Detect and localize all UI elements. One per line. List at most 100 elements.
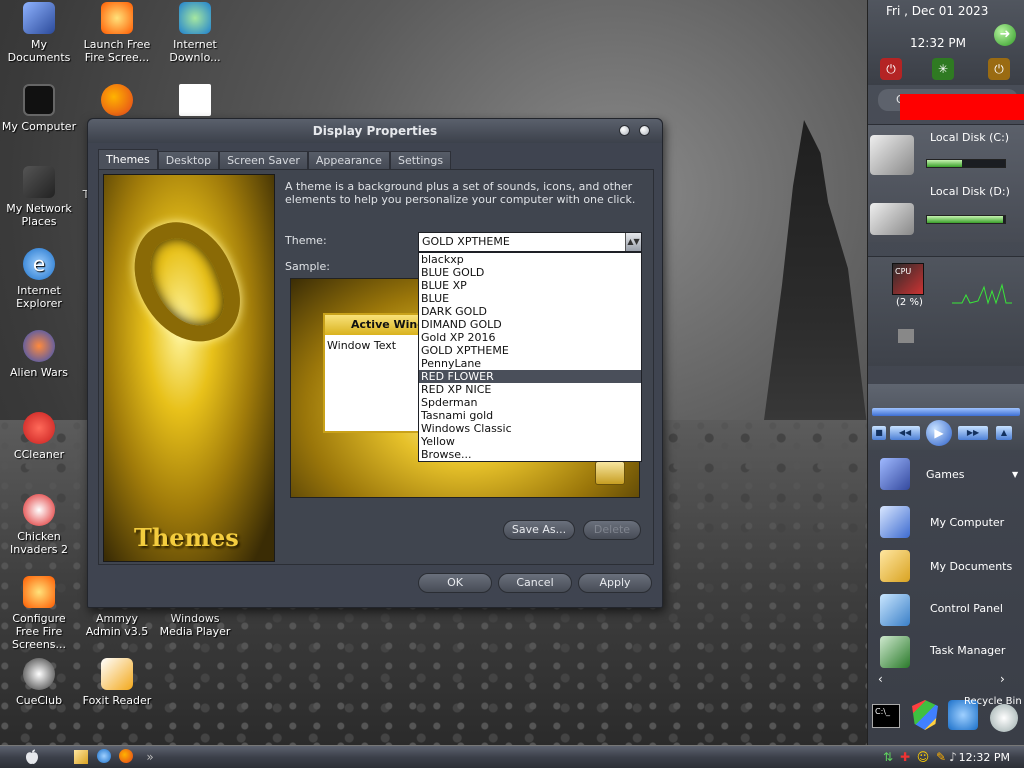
- desktop-icon-my-computer[interactable]: My Computer: [0, 84, 78, 133]
- theme-option[interactable]: Windows Classic: [419, 422, 641, 435]
- theme-option[interactable]: GOLD XPTHEME: [419, 344, 641, 357]
- theme-option[interactable]: Yellow: [419, 435, 641, 448]
- desktop-icon-free-fire-screensaver[interactable]: Launch Free Fire Scree...: [78, 2, 156, 64]
- chevron-right-icon[interactable]: ›: [1000, 672, 1005, 686]
- desktop-icon-ccleaner[interactable]: CCleaner: [0, 412, 78, 461]
- theme-option[interactable]: Spderman: [419, 396, 641, 409]
- tab-appearance[interactable]: Appearance: [307, 151, 390, 169]
- chevron-down-icon[interactable]: ▼: [1012, 470, 1018, 479]
- desktop-icon-label: Internet Explorer: [16, 284, 62, 310]
- desktop-icon-document[interactable]: [156, 84, 234, 120]
- media-player-widget: ■ ◀◀ ▶ ▶▶ ▲: [868, 384, 1024, 450]
- sidebar-quick-launch: C:\_ Recycle Bin: [868, 696, 1024, 745]
- desktop-icon-chicken-invaders[interactable]: Chicken Invaders 2: [0, 494, 78, 556]
- theme-option[interactable]: blackxp: [419, 253, 641, 266]
- task-manager-icon: [880, 636, 910, 668]
- theme-select[interactable]: GOLD XPTHEME ▲▼: [418, 232, 642, 252]
- help-button[interactable]: [619, 125, 630, 136]
- time-text: 12:32 PM: [910, 36, 966, 50]
- theme-option[interactable]: Tasnami gold: [419, 409, 641, 422]
- desktop-icon-windows-media-player[interactable]: Windows Media Player: [156, 612, 234, 638]
- security-shield-icon[interactable]: [912, 700, 938, 730]
- desktop-icon-alien-wars[interactable]: Alien Wars: [0, 330, 78, 379]
- power-off-icon[interactable]: ⏻: [880, 58, 902, 80]
- desktop-icon-my-network-places[interactable]: My Network Places: [0, 166, 78, 228]
- theme-option[interactable]: BLUE GOLD: [419, 266, 641, 279]
- fire-icon: [23, 576, 55, 608]
- internet-explorer-icon[interactable]: [96, 749, 112, 766]
- launcher-control-panel[interactable]: Control Panel: [878, 594, 1024, 634]
- ccleaner-icon: [23, 412, 55, 444]
- games-folder-icon: [880, 458, 910, 490]
- desktop-icon-my-documents[interactable]: My Documents: [0, 2, 78, 64]
- tab-desktop[interactable]: Desktop: [157, 151, 220, 169]
- arrow-right-icon[interactable]: ➜: [994, 24, 1016, 46]
- desktop-icon-label: Windows Media Player: [159, 612, 231, 638]
- launcher-my-documents[interactable]: My Documents: [878, 550, 1024, 590]
- launcher-games[interactable]: Games ▼: [878, 458, 1024, 498]
- firefox-icon[interactable]: [118, 749, 134, 766]
- disk-c-fill: [927, 160, 963, 167]
- tray-security-icon[interactable]: ✚: [898, 749, 912, 766]
- speaker-icon[interactable]: [990, 704, 1018, 732]
- sample-window-text: Window Text: [327, 339, 397, 352]
- folder-icon[interactable]: [74, 750, 88, 764]
- cueclub-icon: [23, 658, 55, 690]
- cpu-percent: (2 %): [896, 297, 923, 308]
- chevron-down-icon[interactable]: ▲▼: [625, 233, 641, 251]
- close-button[interactable]: [639, 125, 650, 136]
- eject-icon[interactable]: ▲: [996, 426, 1012, 440]
- theme-dropdown-list[interactable]: blackxp BLUE GOLD BLUE XP BLUE DARK GOLD DIMA…: [418, 252, 642, 462]
- rewind-icon[interactable]: ◀◀: [890, 426, 920, 440]
- desktop-icon-ammyy-admin[interactable]: Ammyy Admin v3.5: [78, 612, 156, 638]
- firefox-icon: [101, 84, 133, 116]
- chevron-right-icon[interactable]: »: [144, 749, 156, 766]
- media-seek-bar[interactable]: [872, 408, 1020, 416]
- theme-option[interactable]: DARK GOLD: [419, 305, 641, 318]
- theme-option[interactable]: Gold XP 2016: [419, 331, 641, 344]
- desktop-icon-internet-download[interactable]: Internet Downlo...: [156, 2, 234, 64]
- apply-button[interactable]: Apply: [578, 573, 652, 593]
- theme-select-value: GOLD XPTHEME: [422, 235, 510, 248]
- desktop-icon-internet-explorer[interactable]: e Internet Explorer: [0, 248, 78, 310]
- date-text: Fri , Dec 01 2023: [886, 4, 989, 18]
- launcher-task-manager[interactable]: Task Manager: [878, 636, 1024, 676]
- play-icon[interactable]: ▶: [926, 420, 952, 446]
- theme-option[interactable]: DIMAND GOLD: [419, 318, 641, 331]
- tab-settings[interactable]: Settings: [389, 151, 452, 169]
- taskbar: » ⇅ ✚ ☺ ✎ ♪ 12:32 PM: [0, 745, 1024, 768]
- stop-icon[interactable]: ■: [872, 426, 886, 440]
- ok-button[interactable]: OK: [418, 573, 492, 593]
- tab-screen-saver[interactable]: Screen Saver: [219, 151, 308, 169]
- theme-option[interactable]: BLUE XP: [419, 279, 641, 292]
- delete-button[interactable]: Delete: [583, 520, 641, 540]
- command-prompt-icon[interactable]: C:\_: [872, 704, 900, 728]
- chevron-left-icon[interactable]: ‹: [878, 672, 883, 686]
- restart-icon[interactable]: ✳: [932, 58, 954, 80]
- theme-option[interactable]: RED FLOWER: [419, 370, 641, 383]
- launcher-my-computer[interactable]: My Computer: [878, 506, 1024, 546]
- desktop-icon-label: My Network Places: [6, 202, 72, 228]
- desktop-icon-cueclub[interactable]: CueClub: [0, 658, 78, 707]
- apple-start-icon[interactable]: [24, 749, 40, 766]
- theme-option[interactable]: PennyLane: [419, 357, 641, 370]
- theme-option[interactable]: Browse...: [419, 448, 641, 461]
- fast-forward-icon[interactable]: ▶▶: [958, 426, 988, 440]
- tray-network-icon[interactable]: ⇅: [882, 749, 894, 766]
- desktop-icon-foxit-reader[interactable]: Foxit Reader: [78, 658, 156, 707]
- cancel-button[interactable]: Cancel: [498, 573, 572, 593]
- save-as-button[interactable]: Save As...: [503, 520, 575, 540]
- disk-d-fill: [927, 216, 1003, 223]
- logoff-icon[interactable]: ⏻: [988, 58, 1010, 80]
- tab-themes[interactable]: Themes: [98, 149, 158, 169]
- tray-smiley-icon[interactable]: ☺: [916, 749, 930, 766]
- cpu-icon: CPU: [892, 263, 924, 295]
- theme-option[interactable]: RED XP NICE: [419, 383, 641, 396]
- desktop-icon-configure-free-fire[interactable]: Configure Free Fire Screens...: [0, 576, 78, 651]
- globe-download-icon: [179, 2, 211, 34]
- theme-option[interactable]: BLUE: [419, 292, 641, 305]
- desktop-icon-label: Chicken Invaders 2: [10, 530, 68, 556]
- dialog-title-bar[interactable]: Display Properties: [88, 119, 662, 143]
- themes-sidebar-art: Themes: [103, 174, 275, 562]
- disk-c-bar: [926, 159, 1006, 168]
